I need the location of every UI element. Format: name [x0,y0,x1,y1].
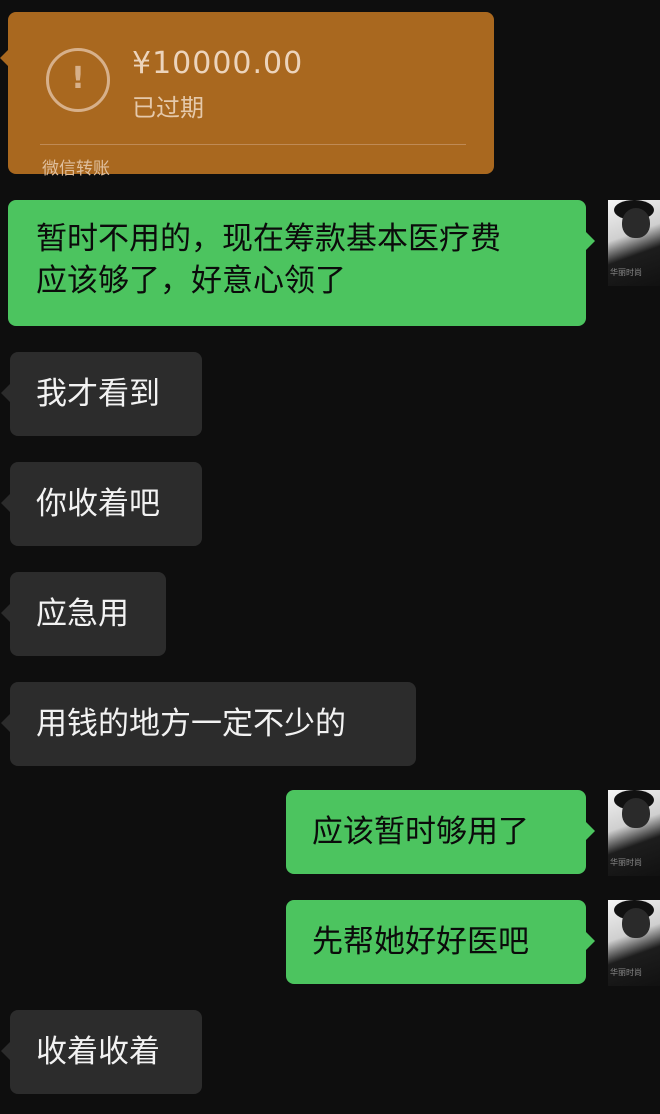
avatar-face [622,208,650,238]
transfer-card[interactable]: ! ¥10000.00 已过期 微信转账 [0,12,494,179]
message-text: 你收着吧 [36,486,160,522]
avatar-caption: 华丽时尚 [610,858,642,867]
message-bubble-incoming[interactable]: 你收着吧 [1,462,202,546]
message-text: 应急用 [36,596,129,632]
message-bubble-incoming[interactable]: 我才看到 [1,352,202,436]
message-text-line: 应该够了，好意心领了 [36,263,346,299]
transfer-divider [40,144,466,145]
transfer-amount: ¥10000.00 [132,46,304,81]
avatar-caption: 华丽时尚 [610,968,642,977]
transfer-footer: 微信转账 [42,159,110,179]
message-bubble-outgoing[interactable]: 先帮她好好医吧 [286,900,595,984]
transfer-status: 已过期 [132,94,204,122]
message-bubble-outgoing[interactable]: 暂时不用的，现在筹款基本医疗费 应该够了，好意心领了 [8,200,595,326]
message-text: 收着收着 [36,1034,160,1070]
message-text: 用钱的地方一定不少的 [36,706,346,742]
avatar[interactable]: 华丽时尚 [608,790,660,876]
avatar-caption: 华丽时尚 [610,268,642,277]
message-bubble-incoming[interactable]: 应急用 [1,572,166,656]
message-text: 我才看到 [36,376,160,412]
message-text: 先帮她好好医吧 [312,924,529,960]
message-text-line: 暂时不用的，现在筹款基本医疗费 [36,221,501,257]
message-bubble-incoming[interactable]: 收着收着 [1,1010,202,1094]
avatar[interactable]: 华丽时尚 [608,900,660,986]
message-bubble-outgoing[interactable]: 应该暂时够用了 [286,790,595,874]
avatar-face [622,908,650,938]
exclamation-circle-icon: ! [46,48,110,112]
avatar[interactable]: 华丽时尚 [608,200,660,286]
message-text: 应该暂时够用了 [312,814,529,850]
message-bubble-incoming[interactable]: 用钱的地方一定不少的 [1,682,416,766]
avatar-face [622,798,650,828]
